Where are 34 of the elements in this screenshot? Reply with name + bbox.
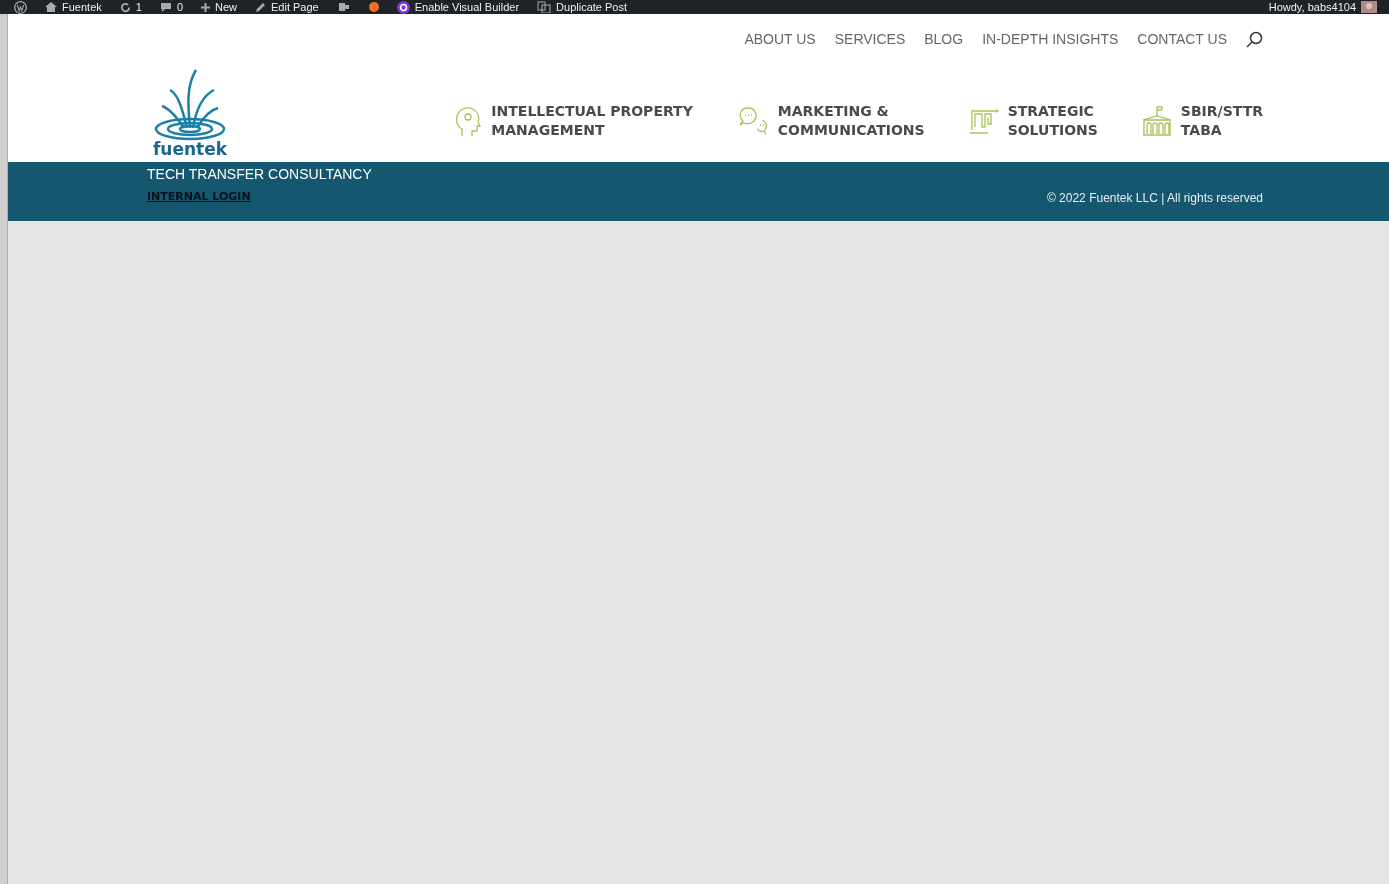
- admin-bar-item[interactable]: Enable Visual Builder: [396, 0, 520, 14]
- refresh-icon: [119, 1, 131, 13]
- plus-icon: [201, 2, 210, 12]
- admin-bar-item[interactable]: Duplicate Post: [537, 0, 628, 14]
- admin-bar-item[interactable]: 1: [119, 0, 142, 14]
- nav-link[interactable]: IN-DEPTH INSIGHTS: [982, 31, 1119, 47]
- wordpress-logo-icon[interactable]: [14, 0, 27, 14]
- menu-item[interactable]: SBIR/STTR TABA: [1141, 102, 1263, 140]
- nav-link[interactable]: SERVICES: [834, 31, 906, 47]
- admin-bar-item[interactable]: New: [201, 0, 237, 14]
- admin-bar-item[interactable]: Fuentek: [45, 0, 102, 14]
- copy-icon: [537, 1, 552, 13]
- building-icon: [1141, 106, 1172, 136]
- tagline: TECH TRANSFER CONSULTANCY: [147, 166, 372, 182]
- menu-item[interactable]: INTELLECTUAL PROPERTY MANAGEMENT: [455, 102, 693, 140]
- home-icon: [45, 2, 57, 12]
- logo-text: fuentek: [152, 140, 228, 158]
- avatar-icon: [1361, 1, 1377, 13]
- plugin-icon[interactable]: [336, 1, 351, 13]
- logo[interactable]: fuentek: [147, 66, 233, 158]
- nav-link[interactable]: BLOG: [924, 31, 964, 47]
- menu-item[interactable]: STRATEGIC SOLUTIONS: [968, 102, 1098, 140]
- copyright-text: © 2022 Fuentek LLC | All rights reserved: [1046, 191, 1263, 205]
- account-menu[interactable]: Howdy, babs4104: [1268, 0, 1377, 14]
- pencil-icon: [255, 1, 266, 13]
- nav-link[interactable]: ABOUT US: [744, 31, 816, 47]
- admin-bar-item[interactable]: 0: [159, 0, 183, 14]
- search-icon[interactable]: [1246, 30, 1263, 48]
- maze-icon: [968, 107, 999, 135]
- nav-link[interactable]: CONTACT US: [1137, 31, 1227, 47]
- notification-dot-icon: [368, 2, 379, 12]
- comment-icon: [159, 1, 172, 13]
- menu-item[interactable]: MARKETING & COMMUNICATIONS: [736, 102, 925, 140]
- admin-bar-item[interactable]: Edit Page: [255, 0, 319, 14]
